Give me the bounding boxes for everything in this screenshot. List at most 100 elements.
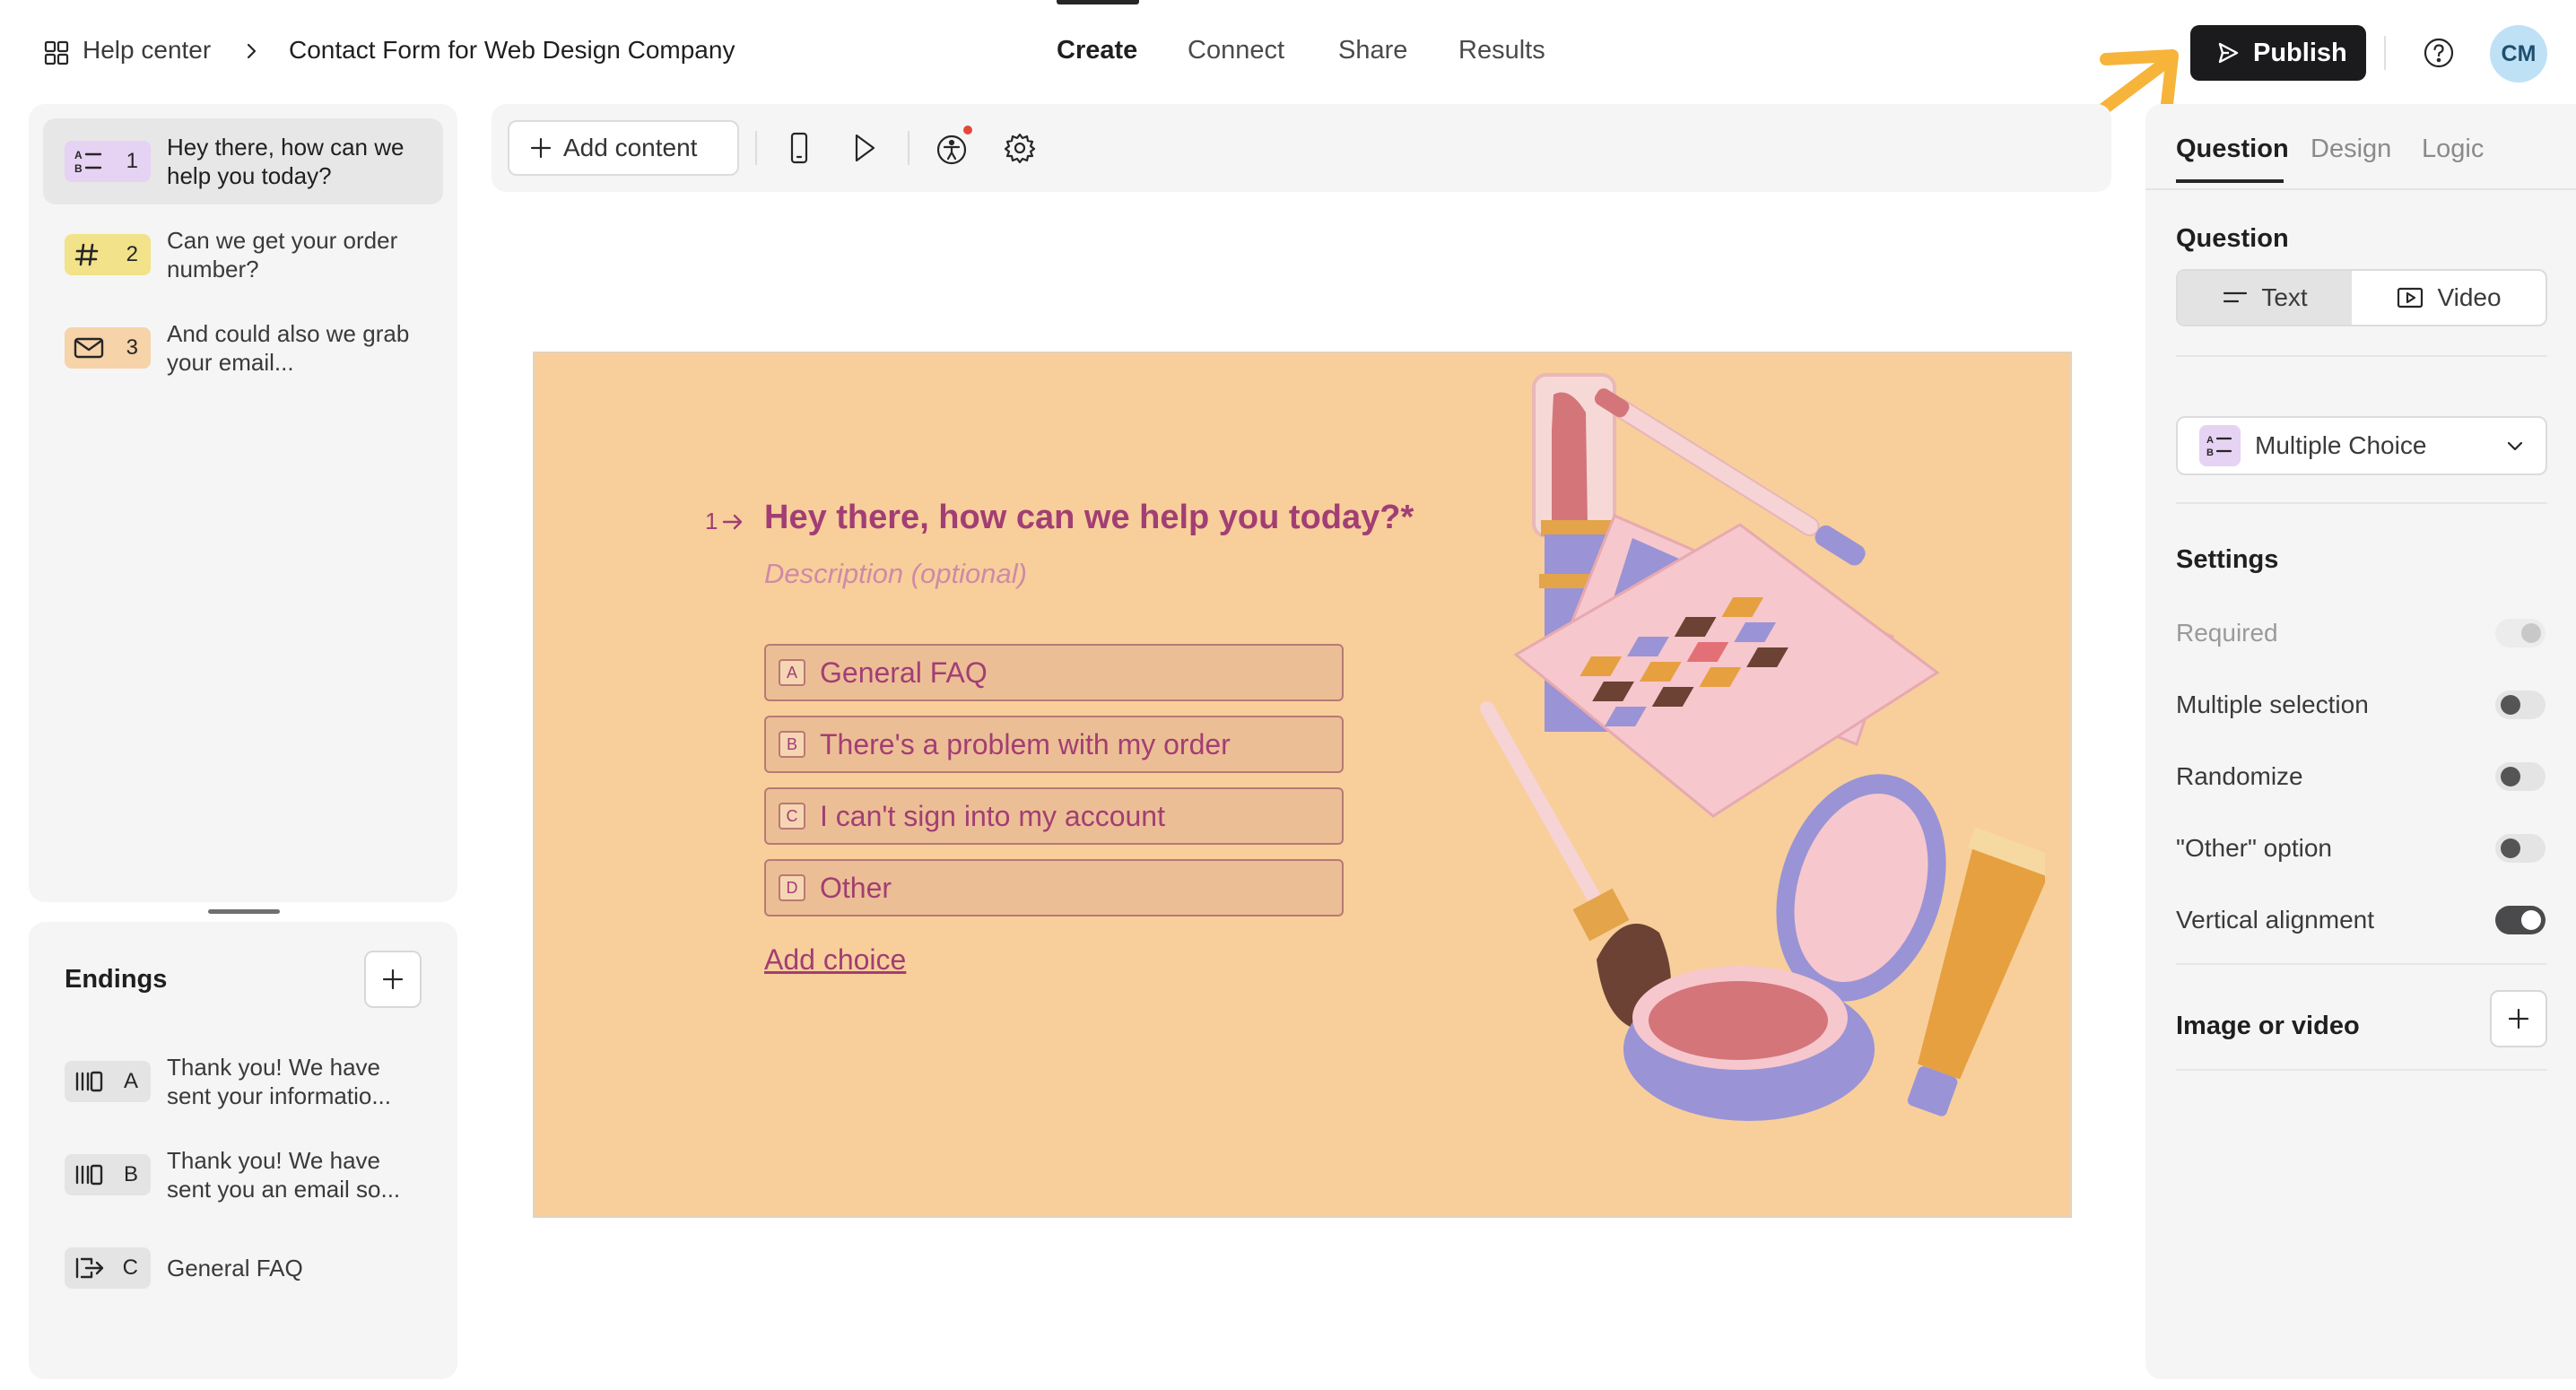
question-badge: A B 1 <box>65 141 151 182</box>
panel-resize-handle[interactable] <box>208 909 280 914</box>
redirect-icon <box>75 1257 104 1279</box>
add-image-or-video-button[interactable] <box>2490 990 2547 1047</box>
vertical-alignment-toggle[interactable] <box>2495 906 2546 934</box>
chevron-right-icon <box>242 41 260 61</box>
randomize-toggle[interactable] <box>2495 762 2546 791</box>
video-icon <box>2398 287 2424 308</box>
plus-icon <box>530 137 552 159</box>
choice-b[interactable]: B There's a problem with my order <box>764 716 1344 773</box>
question-title[interactable]: Hey there, how can we help you today?* <box>764 499 1414 537</box>
help-icon[interactable] <box>2422 36 2456 70</box>
tab-design[interactable]: Design <box>2311 135 2391 164</box>
section-divider <box>2176 355 2547 357</box>
ending-key: C <box>122 1255 138 1280</box>
section-divider <box>2176 963 2547 965</box>
plus-icon <box>382 969 404 990</box>
add-content-button[interactable]: Add content <box>508 120 739 176</box>
question-number-value: 1 <box>705 508 718 534</box>
section-divider <box>2176 1069 2547 1071</box>
compact-mirror-illustration <box>1623 774 1946 1121</box>
choice-d[interactable]: D Other <box>764 859 1344 917</box>
question-type-value: Multiple Choice <box>2255 431 2427 459</box>
ending-text: General FAQ <box>167 1255 303 1281</box>
gear-icon[interactable] <box>1003 131 1037 165</box>
multiple-choice-icon: A B <box>74 149 102 175</box>
send-icon <box>2218 42 2239 64</box>
text-icon <box>2224 291 2248 303</box>
choice-a[interactable]: A General FAQ <box>764 644 1344 701</box>
setting-randomize-label: Randomize <box>2176 762 2303 790</box>
multiple-selection-toggle[interactable] <box>2495 691 2546 719</box>
breadcrumb-help-center[interactable]: Help center <box>83 36 211 65</box>
apps-grid-icon[interactable] <box>43 39 70 66</box>
svg-text:B: B <box>2206 447 2214 458</box>
publish-button[interactable]: Publish <box>2190 25 2366 81</box>
cosmetics-illustration <box>1471 368 2045 1157</box>
choice-key: A <box>779 659 805 686</box>
ending-icon <box>75 1164 103 1186</box>
mobile-preview-icon[interactable] <box>784 131 814 165</box>
tab-active-indicator <box>1057 0 1139 4</box>
tab-connect[interactable]: Connect <box>1188 36 1284 65</box>
toolbar-divider <box>908 131 909 165</box>
ending-item-a[interactable]: A Thank you! We have sent your informati… <box>43 1038 443 1125</box>
add-ending-button[interactable] <box>364 951 422 1008</box>
plus-icon <box>2508 1008 2529 1029</box>
question-badge: 3 <box>65 327 151 369</box>
form-title[interactable]: Contact Form for Web Design Company <box>289 36 735 65</box>
mail-icon <box>74 337 104 359</box>
add-choice-link[interactable]: Add choice <box>764 943 906 977</box>
section-divider <box>2176 502 2547 504</box>
settings-label: Settings <box>2176 545 2279 574</box>
question-number-label: 1 <box>705 508 744 535</box>
ending-item-b[interactable]: B Thank you! We have sent you an email s… <box>43 1132 443 1218</box>
arrow-right-icon <box>723 514 743 529</box>
setting-required-label: Required <box>2176 619 2278 647</box>
setting-multiple-selection-label: Multiple selection <box>2176 691 2369 718</box>
question-section-label: Question <box>2176 224 2289 253</box>
svg-text:B: B <box>74 162 83 175</box>
avatar[interactable]: CM <box>2490 25 2547 83</box>
choice-key: C <box>779 803 805 830</box>
svg-text:A: A <box>2206 435 2214 446</box>
ending-item-c[interactable]: C General FAQ <box>43 1225 443 1311</box>
question-number: 1 <box>126 149 138 173</box>
description-input[interactable]: Description (optional) <box>764 558 1027 590</box>
format-video-option[interactable]: Video <box>2352 271 2546 325</box>
question-item-2[interactable]: 2 Can we get your order number? <box>43 212 443 298</box>
choice-c[interactable]: C I can't sign into my account <box>764 787 1344 845</box>
ending-badge: B <box>65 1154 151 1195</box>
question-number: 3 <box>126 335 138 360</box>
tab-results[interactable]: Results <box>1458 36 1545 65</box>
add-content-label: Add content <box>563 134 698 161</box>
tab-logic[interactable]: Logic <box>2422 135 2484 164</box>
question-item-3[interactable]: 3 And could also we grab your email... <box>43 305 443 391</box>
ending-key: B <box>123 1162 138 1186</box>
multiple-choice-badge: A B <box>2199 425 2241 466</box>
question-text: Can we get your order number? <box>167 227 398 282</box>
tab-share[interactable]: Share <box>1338 36 1407 65</box>
question-type-dropdown[interactable]: A B Multiple Choice <box>2176 416 2547 475</box>
play-preview-icon[interactable] <box>849 131 879 165</box>
image-or-video-label: Image or video <box>2176 1012 2360 1040</box>
format-video-label: Video <box>2437 283 2502 311</box>
tab-create[interactable]: Create <box>1057 36 1137 65</box>
ending-text: Thank you! We have sent your informatio.… <box>167 1054 391 1109</box>
format-text-option[interactable]: Text <box>2178 271 2352 325</box>
tab-active-underline <box>2176 179 2284 183</box>
format-text-label: Text <box>2261 283 2308 311</box>
endings-title: Endings <box>65 965 168 994</box>
other-option-toggle[interactable] <box>2495 834 2546 863</box>
question-item-1[interactable]: A B 1 Hey there, how can we help you tod… <box>43 118 443 204</box>
choice-label: General FAQ <box>820 656 988 689</box>
tab-question[interactable]: Question <box>2176 135 2289 164</box>
ending-key: A <box>123 1069 138 1093</box>
required-toggle[interactable] <box>2495 619 2546 647</box>
question-text: And could also we grab your email... <box>167 320 410 376</box>
choice-key: D <box>779 874 805 901</box>
ending-badge: C <box>65 1247 151 1289</box>
ending-text: Thank you! We have sent you an email so.… <box>167 1147 401 1203</box>
setting-other-option-label: "Other" option <box>2176 834 2332 862</box>
accessibility-icon[interactable] <box>935 126 972 167</box>
ending-badge: A <box>65 1061 151 1102</box>
